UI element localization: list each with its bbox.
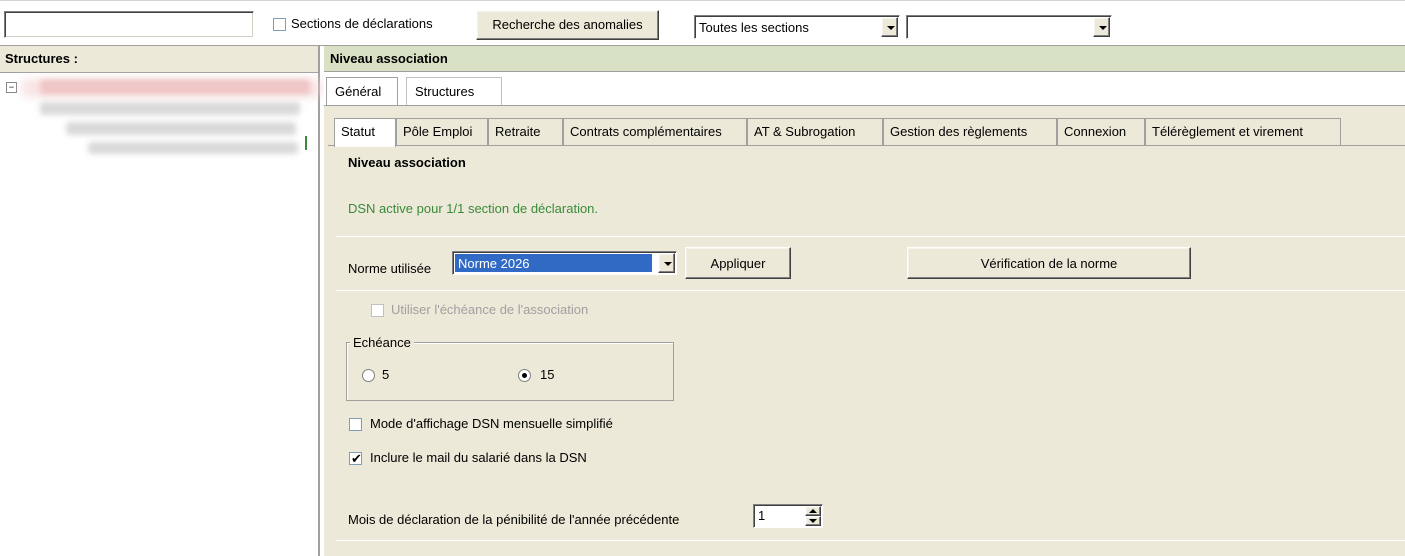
sections-checkbox[interactable] <box>273 18 286 31</box>
divider <box>336 236 1405 237</box>
chevron-down-icon[interactable] <box>881 17 898 37</box>
norme-label: Norme utilisée <box>348 261 432 276</box>
echeance-radio-5[interactable] <box>362 369 375 382</box>
tree-selection-highlight <box>22 79 322 97</box>
penibilite-label: Mois de déclaration de la pénibilité de … <box>348 512 680 527</box>
tree-item-redacted[interactable] <box>66 122 296 135</box>
tab-at-subrogation[interactable]: AT & Subrogation <box>747 118 883 145</box>
sections-checkbox-label: Sections de déclarations <box>291 16 433 31</box>
verify-norme-button[interactable]: Vérification de la norme <box>907 247 1191 279</box>
anomalies-search-button[interactable]: Recherche des anomalies <box>476 10 659 40</box>
divider <box>336 290 1405 291</box>
tab-pole-emploi[interactable]: Pôle Emploi <box>396 118 488 145</box>
sections-filter-select[interactable]: Toutes les sections <box>694 15 900 39</box>
chevron-down-icon[interactable] <box>658 253 675 273</box>
include-email-label: Inclure le mail du salarié dans la DSN <box>370 450 587 465</box>
echeance-radio-15[interactable] <box>518 369 531 382</box>
tree-collapse-icon[interactable]: − <box>6 82 17 93</box>
caret-down-icon <box>809 519 817 523</box>
inner-tab-strip: Statut Pôle Emploi Retraite Contrats com… <box>328 118 1405 147</box>
divider <box>336 540 1405 541</box>
caret-up-icon <box>809 509 817 513</box>
structures-pane: Structures : − <box>0 46 322 556</box>
tree-item-redacted[interactable] <box>88 142 298 154</box>
structures-header: Structures : <box>0 46 318 73</box>
tree-marker <box>305 136 307 150</box>
dsn-status-text: DSN active pour 1/1 section de déclarati… <box>348 201 599 216</box>
use-association-deadline-checkbox[interactable] <box>371 304 384 317</box>
chevron-down-icon[interactable] <box>1093 17 1110 37</box>
apply-button[interactable]: Appliquer <box>685 247 791 279</box>
structure-search-input[interactable] <box>4 11 254 38</box>
echeance-radio-5-label: 5 <box>382 367 390 382</box>
echeance-group <box>346 342 674 401</box>
outer-tab-strip: Général Structures <box>324 72 1405 106</box>
tab-content-area <box>324 106 1405 556</box>
tab-telereglement-virement[interactable]: Télérèglement et virement <box>1145 118 1341 145</box>
echeance-group-title: Echéance <box>350 335 414 350</box>
section-title: Niveau association <box>348 155 466 170</box>
tab-gestion-reglements[interactable]: Gestion des règlements <box>883 118 1057 145</box>
tab-structures[interactable]: Structures <box>406 77 502 105</box>
penibilite-spinner[interactable]: 1 <box>753 504 823 528</box>
top-toolbar: Sections de déclarations Recherche des a… <box>0 0 1405 46</box>
echeance-radio-15-label: 15 <box>540 367 555 382</box>
penibilite-value: 1 <box>758 508 766 523</box>
level-header: Niveau association <box>324 46 1405 72</box>
secondary-filter-select[interactable] <box>906 15 1112 39</box>
tree-item-redacted[interactable] <box>40 102 300 115</box>
simplified-mode-label: Mode d'affichage DSN mensuelle simplifié <box>370 416 613 431</box>
norme-select-value: Norme 2026 <box>455 254 652 272</box>
tab-connexion[interactable]: Connexion <box>1057 118 1145 145</box>
use-association-deadline-label: Utiliser l'échéance de l'association <box>391 302 589 317</box>
tab-general[interactable]: Général <box>326 77 398 105</box>
sections-filter-value: Toutes les sections <box>699 20 809 35</box>
simplified-mode-checkbox[interactable] <box>349 418 362 431</box>
include-email-checkbox[interactable]: ✔ <box>349 451 362 466</box>
tab-retraite[interactable]: Retraite <box>488 118 563 145</box>
tab-contrats-complementaires[interactable]: Contrats complémentaires <box>563 118 747 145</box>
tab-statut[interactable]: Statut <box>334 118 396 147</box>
norme-select[interactable]: Norme 2026 <box>452 251 677 275</box>
